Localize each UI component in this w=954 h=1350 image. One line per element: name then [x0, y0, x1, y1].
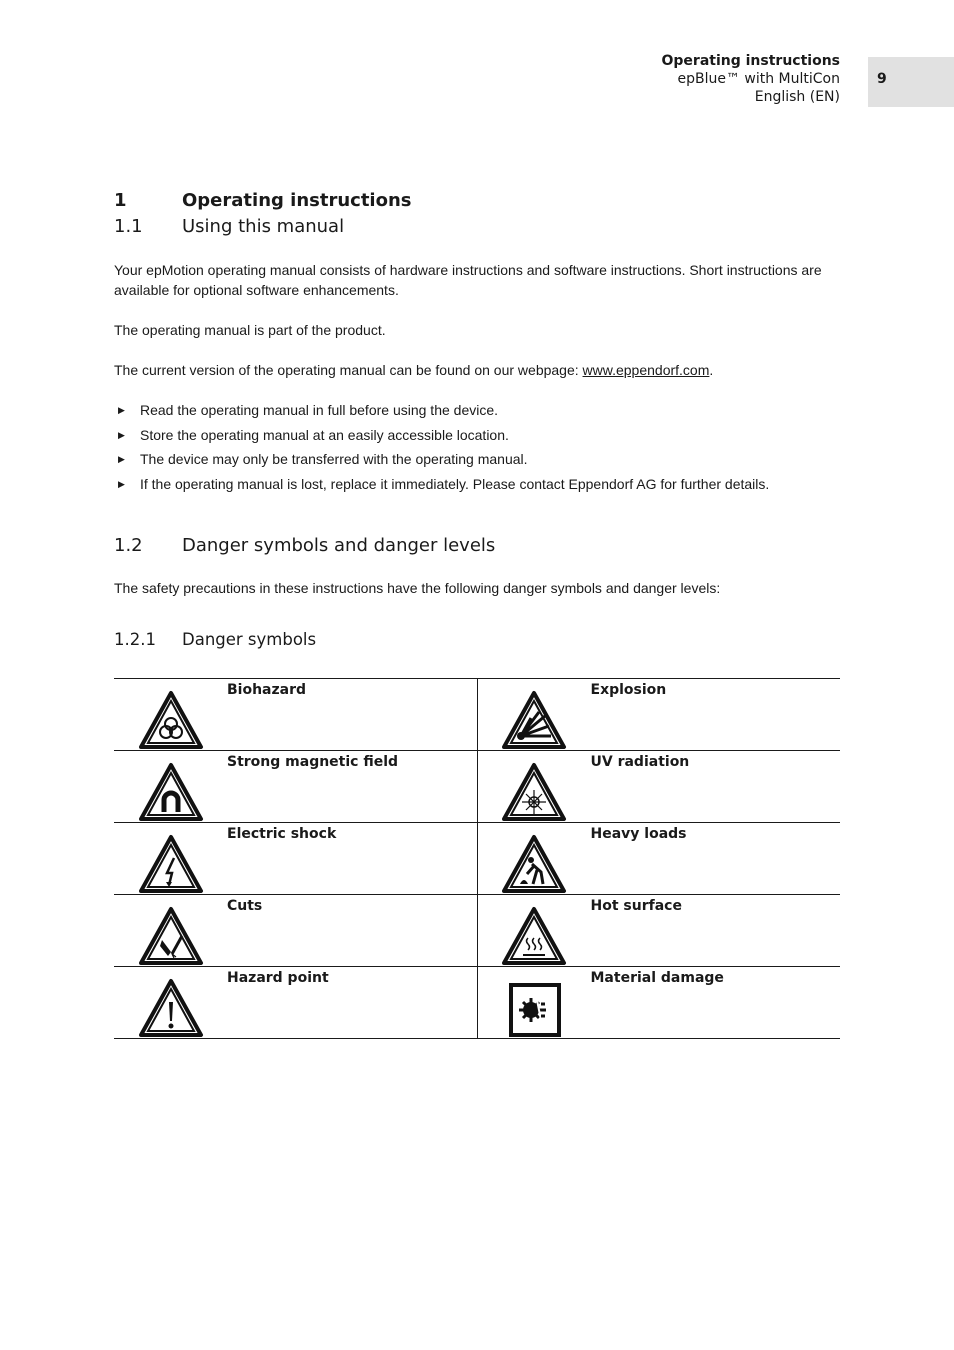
symbol-label: Material damage	[590, 970, 724, 986]
symbol-label: Hazard point	[227, 970, 329, 986]
symbol-label: Hot surface	[590, 898, 682, 914]
symbol-cell: Hot surface	[477, 894, 840, 967]
page-number: 9	[877, 71, 887, 87]
table-row: Cuts Hot surface	[114, 894, 840, 967]
biohazard-icon	[114, 679, 227, 750]
header-product: epBlue™ with MultiCon	[677, 71, 840, 87]
list-item-text: Store the operating manual at an easily …	[140, 426, 509, 443]
hot-surface-icon	[478, 895, 591, 966]
section-number: 1	[114, 190, 127, 211]
section-number: 1.2.1	[114, 630, 156, 649]
triangle-right-icon: ▶	[118, 405, 125, 415]
material-damage-icon	[478, 967, 591, 1038]
cut-hand-icon	[114, 895, 227, 966]
paragraph-safety-precautions: The safety precautions in these instruct…	[114, 580, 721, 596]
instruction-list: ▶ Read the operating manual in full befor…	[114, 400, 769, 499]
paragraph-intro: Your epMotion operating manual consists …	[114, 262, 822, 298]
symbol-cell: Explosion	[477, 678, 840, 751]
header-language: English (EN)	[754, 89, 840, 105]
paragraph-text: The current version of the operating man…	[114, 362, 583, 378]
uv-radiation-icon	[478, 751, 591, 822]
list-item: ▶ If the operating manual is lost, replac…	[114, 474, 769, 499]
symbol-label: Strong magnetic field	[227, 754, 399, 770]
paragraph-period: .	[709, 362, 714, 378]
paragraph-current-version: The current version of the operating man…	[114, 360, 844, 380]
symbol-cell: Heavy loads	[477, 822, 840, 895]
symbol-label: UV radiation	[590, 754, 690, 770]
symbol-label: Biohazard	[227, 682, 307, 698]
section-number: 1.1	[114, 216, 143, 237]
section-heading-1-1: 1.1 Using this manual	[114, 216, 344, 237]
symbol-cell: Strong magnetic field	[114, 750, 478, 823]
list-item: ▶ Read the operating manual in full befor…	[114, 400, 769, 425]
section-title: Operating instructions	[182, 190, 412, 211]
table-row: Hazard point Material damage	[114, 966, 840, 1039]
triangle-right-icon: ▶	[118, 429, 125, 440]
header-title: Operating instructions	[661, 53, 841, 69]
list-item: ▶ Store the operating manual at an easily…	[114, 425, 769, 450]
symbol-label: Explosion	[590, 682, 667, 698]
page-number-tab: 9	[868, 57, 954, 107]
table-row: Electric shock Heavy loads	[114, 822, 840, 895]
section-title: Danger symbols	[182, 630, 317, 649]
running-header: Operating instructions epBlue™ with Mult…	[662, 52, 841, 106]
heavy-load-icon	[478, 823, 591, 894]
symbol-label: Cuts	[227, 898, 263, 914]
explosion-icon	[478, 679, 591, 750]
symbol-cell: UV radiation	[477, 750, 840, 823]
symbol-cell: Biohazard	[114, 678, 478, 751]
symbol-cell: Cuts	[114, 894, 478, 967]
list-item-text: The device may only be transferred with …	[140, 451, 528, 468]
section-heading-1-2: 1.2 Danger symbols and danger levels	[114, 535, 495, 556]
magnet-icon	[114, 751, 227, 822]
section-heading-1: 1 Operating instructions	[114, 190, 412, 211]
symbol-cell: Electric shock	[114, 822, 478, 895]
list-item: ▶ The device may only be transferred with…	[114, 449, 769, 474]
triangle-right-icon: ▶	[118, 479, 125, 490]
triangle-right-icon: ▶	[118, 454, 125, 465]
symbol-cell: Hazard point	[114, 966, 478, 1039]
exclamation-icon	[114, 967, 227, 1038]
list-item-text: Read the operating manual in full before…	[140, 402, 499, 418]
section-heading-1-2-1: 1.2.1 Danger symbols	[114, 630, 316, 649]
lightning-icon	[114, 823, 227, 894]
section-title: Danger symbols and danger levels	[182, 535, 496, 556]
section-title: Using this manual	[182, 216, 345, 237]
symbol-cell: Material damage	[477, 966, 840, 1039]
symbol-label: Electric shock	[227, 826, 337, 842]
paragraph-part-of-product: The operating manual is part of the prod…	[114, 322, 386, 338]
symbol-label: Heavy loads	[590, 826, 687, 842]
eppendorf-link[interactable]: www.eppendorf.com	[583, 362, 710, 378]
table-row: Biohazard Explosion	[114, 678, 840, 751]
list-item-text: If the operating manual is lost, replace…	[140, 476, 770, 493]
danger-symbols-table: Biohazard Explosion Strong magnetic fiel…	[114, 678, 840, 1039]
table-row: Strong magnetic field UV radiation	[114, 750, 840, 823]
section-number: 1.2	[114, 535, 143, 556]
